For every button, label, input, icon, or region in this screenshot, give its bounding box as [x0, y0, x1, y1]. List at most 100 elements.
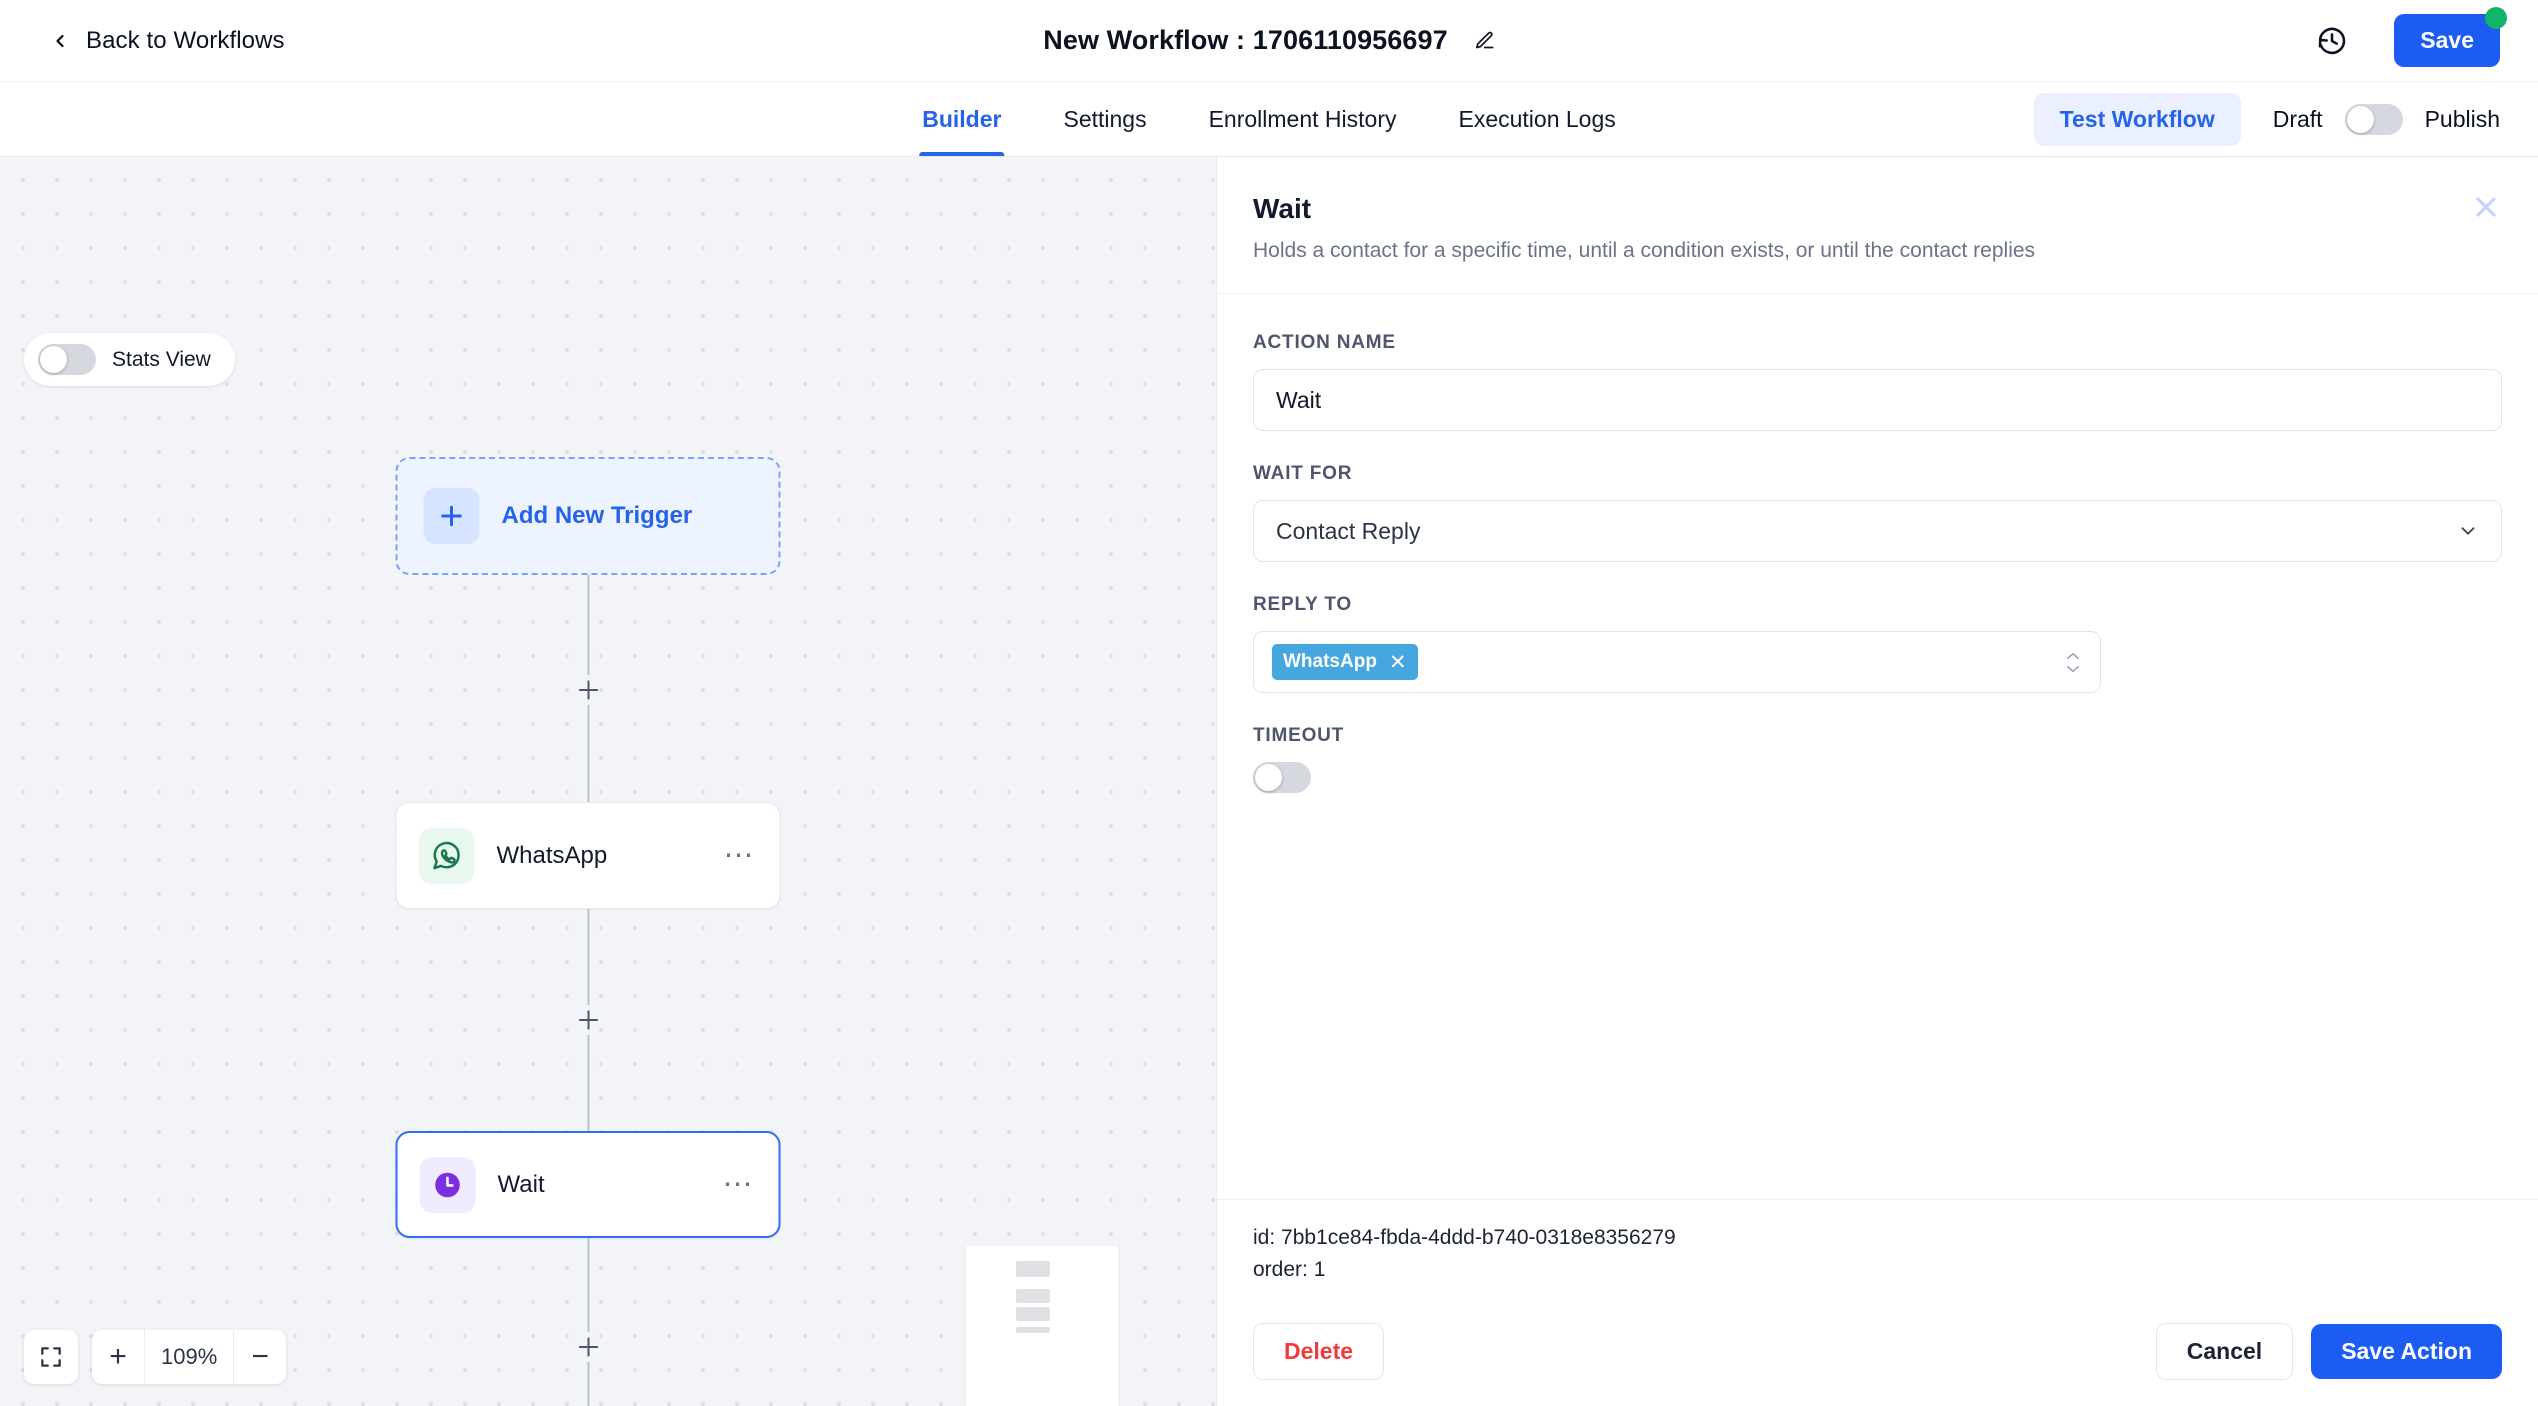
minimap-node — [1016, 1327, 1050, 1333]
unsaved-changes-badge — [2485, 7, 2507, 29]
wait-for-label: WAIT FOR — [1253, 463, 1353, 484]
tab-bar-actions: Test Workflow Draft Publish — [2033, 82, 2500, 156]
stats-view-switch-knob — [40, 346, 67, 373]
node-whatsapp-menu-button[interactable]: ⋯ — [724, 840, 756, 870]
panel-title: Wait — [1253, 193, 1312, 224]
clock-icon-glyph — [435, 1172, 460, 1197]
panel-header: Wait Holds a contact for a specific time… — [1217, 157, 2538, 294]
reply-to-tag-whatsapp[interactable]: WhatsApp ✕ — [1272, 644, 1418, 680]
publish-toggle-knob — [2346, 105, 2374, 133]
close-icon[interactable] — [2470, 191, 2502, 223]
zoom-group: + 109% − — [92, 1330, 287, 1384]
plus-small-icon — [578, 1337, 598, 1357]
save-action-button[interactable]: Save Action — [2311, 1324, 2502, 1379]
add-step-button-2[interactable] — [573, 1005, 603, 1035]
tab-builder-label: Builder — [922, 105, 1002, 132]
save-button[interactable]: Save — [2394, 14, 2500, 67]
tab-execution-logs[interactable]: Execution Logs — [1427, 82, 1646, 156]
wait-for-select[interactable]: Contact Reply — [1253, 500, 2502, 562]
connector-line — [587, 1362, 589, 1406]
page-title: New Workflow : 1706110956697 — [1043, 25, 1448, 55]
chevron-up-icon — [2067, 652, 2079, 659]
connector-line — [587, 909, 589, 1005]
top-bar-actions: Save — [2316, 7, 2507, 67]
chevron-down-small-icon — [2067, 665, 2079, 672]
field-timeout: TIMEOUT — [1253, 725, 2502, 793]
zoom-controls: + 109% − — [24, 1330, 287, 1384]
clock-history-icon[interactable] — [2316, 25, 2348, 57]
plus-icon — [423, 488, 480, 544]
node-wait-menu-button[interactable]: ⋯ — [723, 1169, 755, 1199]
panel-meta: id: 7bb1ce84-fbda-4ddd-b740-0318e8356279… — [1217, 1199, 2538, 1301]
tab-settings[interactable]: Settings — [1032, 82, 1177, 156]
zoom-out-button[interactable]: − — [234, 1330, 286, 1384]
timeout-toggle[interactable] — [1253, 762, 1311, 793]
connector-line — [587, 1238, 589, 1332]
connector-line — [587, 575, 589, 675]
top-bar: Back to Workflows New Workflow : 1706110… — [0, 0, 2538, 82]
zoom-in-button[interactable]: + — [92, 1330, 144, 1384]
tab-builder[interactable]: Builder — [891, 82, 1032, 156]
stats-view-toggle[interactable]: Stats View — [24, 333, 235, 386]
main-body: Stats View Add New Trigger WhatsApp ⋯ Wa… — [0, 157, 2538, 1406]
publish-toggle-group: Draft Publish — [2272, 103, 2500, 135]
publish-label: Publish — [2424, 105, 2500, 132]
tab-enrollment-history-label: Enrollment History — [1208, 105, 1397, 132]
field-reply-to: REPLY TO WhatsApp ✕ — [1253, 594, 2502, 693]
panel-body: ACTION NAME WAIT FOR Contact Reply REPLY… — [1217, 294, 2538, 1199]
back-to-workflows-button[interactable]: Back to Workflows — [50, 27, 285, 55]
add-step-button-1[interactable] — [573, 675, 603, 705]
node-wait[interactable]: Wait ⋯ — [395, 1131, 781, 1238]
fit-to-screen-button[interactable] — [24, 1330, 78, 1384]
spinner-icon[interactable] — [2064, 651, 2082, 674]
stats-view-switch[interactable] — [38, 344, 96, 375]
remove-tag-icon[interactable]: ✕ — [1389, 652, 1407, 673]
test-workflow-button[interactable]: Test Workflow — [2033, 92, 2241, 146]
save-button-wrap: Save — [2394, 7, 2507, 67]
clock-icon — [419, 1156, 476, 1213]
flow-graph: Add New Trigger WhatsApp ⋯ Wait ⋯ — [395, 457, 781, 1406]
tab-list: Builder Settings Enrollment History Exec… — [891, 82, 1647, 156]
field-wait-for: WAIT FOR Contact Reply — [1253, 463, 2502, 562]
canvas-minimap[interactable] — [966, 1246, 1118, 1406]
pencil-icon[interactable] — [1474, 30, 1495, 51]
action-order-text: order: 1 — [1253, 1257, 1326, 1281]
back-to-workflows-label: Back to Workflows — [86, 26, 285, 54]
connector-line — [587, 1035, 589, 1131]
publish-toggle[interactable] — [2344, 103, 2403, 135]
plus-small-icon — [578, 1010, 598, 1030]
timeout-label: TIMEOUT — [1253, 725, 1345, 746]
workflow-canvas[interactable]: Stats View Add New Trigger WhatsApp ⋯ Wa… — [0, 157, 1216, 1406]
reply-to-multiselect[interactable]: WhatsApp ✕ — [1253, 631, 2101, 693]
tab-bar: Builder Settings Enrollment History Exec… — [0, 82, 2538, 157]
reply-to-label: REPLY TO — [1253, 594, 1352, 615]
zoom-level-value: 109% — [144, 1330, 235, 1384]
add-new-trigger-label: Add New Trigger — [501, 502, 693, 529]
tab-enrollment-history[interactable]: Enrollment History — [1178, 82, 1428, 156]
field-action-name: ACTION NAME — [1253, 332, 2502, 431]
node-whatsapp-label: WhatsApp — [496, 841, 608, 869]
action-id-text: id: 7bb1ce84-fbda-4ddd-b740-0318e8356279 — [1253, 1226, 1676, 1249]
add-step-button-3[interactable] — [573, 1332, 603, 1362]
minimap-node — [1016, 1307, 1050, 1321]
panel-description: Holds a contact for a specific time, unt… — [1253, 239, 2036, 262]
add-new-trigger-node[interactable]: Add New Trigger — [395, 457, 781, 575]
cancel-button[interactable]: Cancel — [2155, 1323, 2294, 1380]
panel-footer-actions: Delete Cancel Save Action — [1217, 1301, 2538, 1406]
workflow-title-group: New Workflow : 1706110956697 — [1043, 25, 1495, 56]
delete-button[interactable]: Delete — [1253, 1323, 1385, 1380]
timeout-toggle-knob — [1255, 764, 1282, 791]
node-whatsapp[interactable]: WhatsApp ⋯ — [395, 802, 781, 909]
minimap-node — [1016, 1261, 1050, 1277]
minimap-node — [1016, 1289, 1050, 1303]
action-name-label: ACTION NAME — [1253, 332, 1396, 353]
chevron-left-icon — [56, 34, 64, 47]
wait-for-value: Contact Reply — [1276, 517, 1421, 544]
reply-to-tag-label: WhatsApp — [1283, 651, 1377, 672]
fit-screen-icon — [41, 1347, 61, 1367]
action-settings-panel: Wait Holds a contact for a specific time… — [1216, 157, 2538, 1406]
action-name-input[interactable] — [1253, 369, 2502, 431]
tab-settings-label: Settings — [1063, 105, 1147, 132]
tab-execution-logs-label: Execution Logs — [1458, 105, 1616, 132]
draft-label: Draft — [2272, 105, 2323, 132]
